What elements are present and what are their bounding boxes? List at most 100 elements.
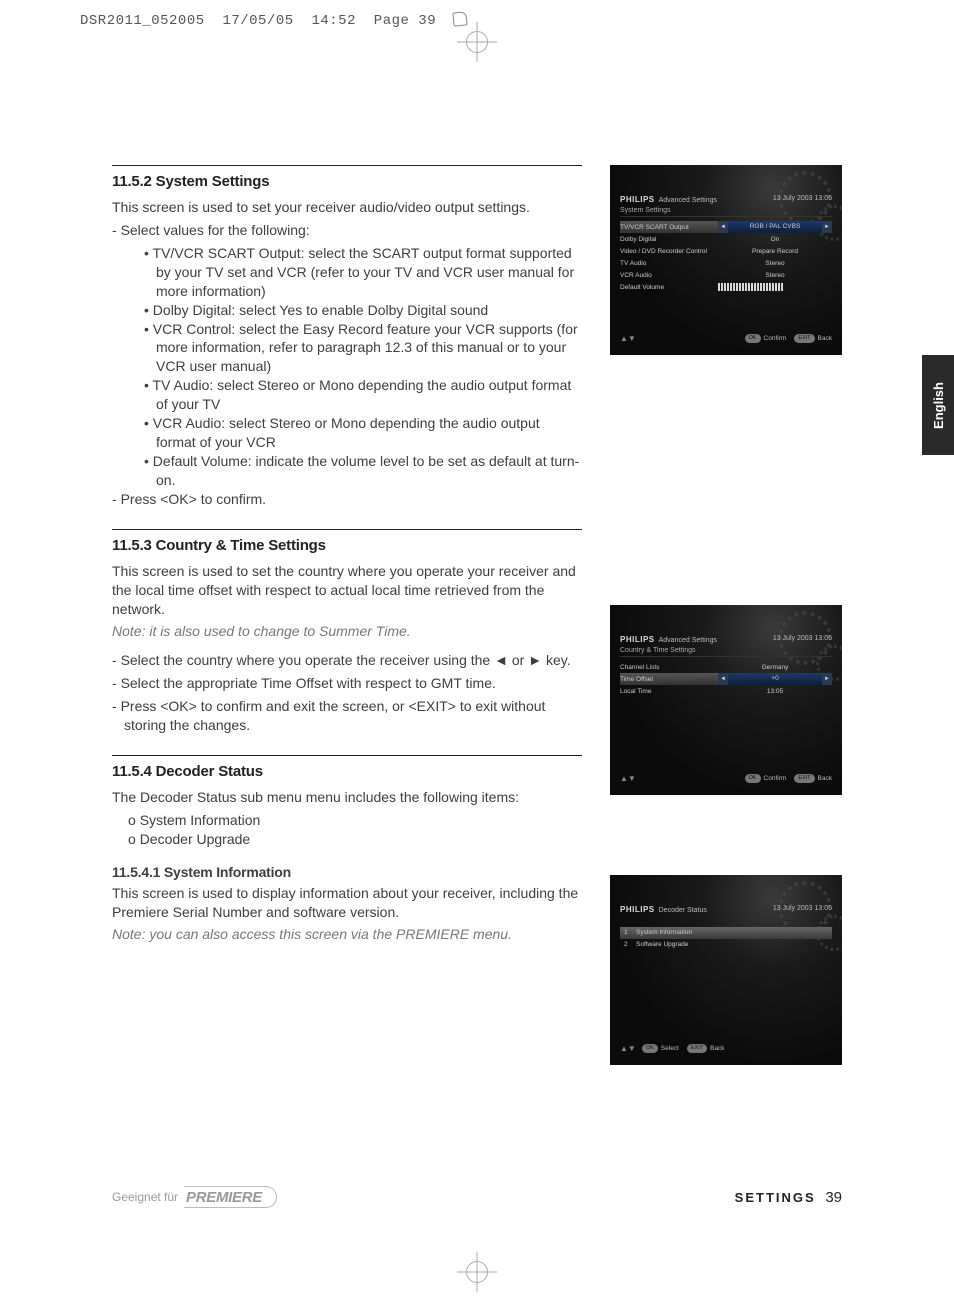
tv-brand: PHILIPS [620, 635, 655, 644]
tv-subtitle: System Settings [620, 207, 832, 217]
tv-setting-row: Local Time13:05 [620, 685, 832, 697]
crop-time: 14:52 [311, 13, 356, 29]
step-ok-exit: Press <OK> to confirm and exit the scree… [124, 697, 582, 735]
text-system-information: This screen is used to display informati… [112, 884, 582, 922]
exit-pill: EXIT [794, 774, 814, 783]
tv-row-value: +0 [728, 673, 822, 685]
tv-setting-row: VCR AudioStereo [620, 269, 832, 281]
tv-title: Advanced Settings [659, 637, 717, 644]
tv-setting-row: Video / DVD Recorder ControlPrepare Reco… [620, 245, 832, 257]
screenshot-country-time: PHILIPS Advanced Settings 13 July 2003 1… [610, 605, 842, 795]
volume-bar [718, 283, 832, 291]
tv-row-value: Germany [718, 664, 832, 671]
page-footer: Geeignet für PREMIERE SETTINGS 39 [112, 1186, 842, 1208]
intro-country-time: This screen is used to set the country w… [112, 562, 582, 619]
tv-brand: PHILIPS [620, 905, 655, 914]
nav-updown-icon: ▲▼ [620, 1044, 636, 1053]
press-ok-confirm: Press <OK> to confirm. [124, 490, 582, 509]
arrow-left-icon: ◄ [718, 221, 728, 233]
tv-row-value: Prepare Record [718, 248, 832, 255]
bullet-vcr-control: VCR Control: select the Easy Record feat… [156, 320, 582, 377]
tv-row-label: Default Volume [620, 284, 718, 291]
tv-menu-item: 2Software Upgrade [620, 939, 832, 951]
crop-filename: DSR2011_052005 [80, 13, 205, 29]
nav-updown-icon: ▲▼ [620, 334, 636, 343]
bullet-default-volume: Default Volume: indicate the volume leve… [156, 452, 582, 490]
tv-row-value: On [718, 236, 832, 243]
tv-row-label: Video / DVD Recorder Control [620, 248, 718, 255]
bullet-tv-audio: TV Audio: select Stereo or Mono dependin… [156, 376, 582, 414]
tv-setting-row: TV AudioStereo [620, 257, 832, 269]
arrow-right-icon: ► [822, 673, 832, 685]
subitem-decoder-upgrade: Decoder Upgrade [144, 830, 582, 849]
ok-label: Confirm [764, 775, 787, 782]
tv-row-label: Time Offset [620, 676, 718, 683]
arrow-left-icon: ◄ [718, 673, 728, 685]
menu-label: Software Upgrade [636, 939, 688, 951]
premiere-brand-text: PREMIERE [184, 1187, 268, 1208]
tv-setting-row: Channel ListsGermany [620, 661, 832, 673]
body-text-column: 11.5.2 System Settings This screen is us… [112, 165, 582, 944]
footer-page-number: 39 [825, 1189, 842, 1206]
system-settings-bullets: TV/VCR SCART Output: select the SCART ou… [124, 244, 582, 490]
screenshots-column: PHILIPS Advanced Settings 13 July 2003 1… [610, 165, 842, 1085]
tv-row-value: Stereo [718, 260, 832, 267]
crop-page: Page 39 [374, 13, 436, 29]
tv-row-label: Local Time [620, 688, 718, 695]
menu-number: 1 [624, 927, 636, 939]
crop-date: 17/05/05 [222, 13, 293, 29]
heading-system-settings: 11.5.2 System Settings [112, 165, 582, 192]
menu-label: System Information [636, 927, 692, 939]
tv-setting-row: Dolby DigitalOn [620, 233, 832, 245]
tv-title: Advanced Settings [659, 197, 717, 204]
bullet-vcr-audio: VCR Audio: select Stereo or Mono dependi… [156, 414, 582, 452]
page-flip-icon [452, 11, 467, 26]
exit-label: Back [818, 775, 832, 782]
bullet-dolby-digital: Dolby Digital: select Yes to enable Dolb… [156, 301, 582, 320]
tv-brand: PHILIPS [620, 195, 655, 204]
tv-row-value: 13:05 [718, 688, 832, 695]
nav-updown-icon: ▲▼ [620, 774, 636, 783]
premiere-badge: PREMIERE [184, 1186, 277, 1208]
step-time-offset: Select the appropriate Time Offset with … [124, 674, 582, 693]
footer-section-label: SETTINGS [735, 1190, 816, 1205]
heading-system-information: 11.5.4.1 System Information [112, 863, 582, 882]
exit-label: Back [710, 1045, 724, 1052]
note-summer-time: Note: it is also used to change to Summe… [112, 622, 582, 641]
tv-datetime: 13 July 2003 13:05 [773, 195, 832, 202]
exit-label: Back [818, 335, 832, 342]
subitem-system-information: System Information [144, 811, 582, 830]
tv-row-label: TV Audio [620, 260, 718, 267]
lead-select-values: Select values for the following: [124, 221, 582, 240]
tv-menu-item: 1System Information [620, 927, 832, 939]
intro-decoder-status: The Decoder Status sub menu menu include… [112, 788, 582, 807]
ok-label: Select [661, 1045, 679, 1052]
exit-pill: EXIT [687, 1044, 707, 1053]
tv-setting-row: Time Offset◄+0► [620, 673, 832, 685]
menu-number: 2 [624, 939, 636, 951]
tv-row-value: Stereo [718, 272, 832, 279]
note-premiere-menu: Note: you can also access this screen vi… [112, 925, 582, 944]
tv-row-label: TV/VCR SCART Output [620, 224, 718, 231]
tv-setting-row: Default Volume [620, 281, 832, 293]
heading-decoder-status: 11.5.4 Decoder Status [112, 755, 582, 782]
print-crop-header: DSR2011_052005 17/05/05 14:52 Page 39 [80, 12, 467, 29]
tv-row-label: Channel Lists [620, 664, 718, 671]
ok-pill: OK [745, 774, 761, 783]
tv-setting-row: TV/VCR SCART Output◄RGB / PAL CVBS► [620, 221, 832, 233]
tv-row-label: VCR Audio [620, 272, 718, 279]
tv-datetime: 13 July 2003 13:05 [773, 635, 832, 642]
tv-subtitle: Country & Time Settings [620, 647, 832, 657]
ok-pill: OK [745, 334, 761, 343]
arrow-right-icon: ► [822, 221, 832, 233]
intro-system-settings: This screen is used to set your receiver… [112, 198, 582, 217]
ok-pill: OK [642, 1044, 658, 1053]
footer-left-text: Geeignet für [112, 1190, 178, 1204]
ok-label: Confirm [764, 335, 787, 342]
screenshot-decoder-status: PHILIPS Decoder Status 13 July 2003 13:0… [610, 875, 842, 1065]
language-tab: English [922, 355, 954, 455]
decoder-subitems: System Information Decoder Upgrade [112, 811, 582, 849]
tv-row-label: Dolby Digital [620, 236, 718, 243]
screenshot-system-settings: PHILIPS Advanced Settings 13 July 2003 1… [610, 165, 842, 355]
step-select-country: Select the country where you operate the… [124, 651, 582, 670]
